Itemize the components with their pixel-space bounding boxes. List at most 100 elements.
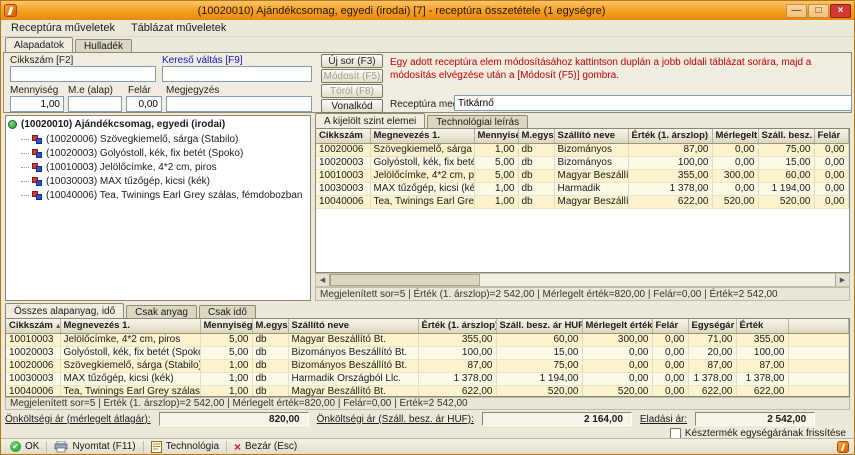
- table-cell: 71,00: [848, 169, 850, 182]
- table-cell: 71,00: [688, 333, 736, 346]
- table-cell: 15,00: [496, 346, 582, 359]
- table-cell: 5,00: [474, 169, 518, 182]
- scrollbar-thumb[interactable]: [330, 274, 480, 286]
- tab-hulladek[interactable]: Hulladék: [75, 39, 132, 52]
- kereso-valtas-link[interactable]: Kereső váltás [F9]: [162, 55, 243, 66]
- scroll-right-icon[interactable]: ▶: [835, 274, 849, 286]
- table-cell: 0,00: [582, 372, 652, 385]
- table-cell: 520,00: [496, 385, 582, 397]
- column-header[interactable]: Felár: [814, 129, 848, 143]
- vonalkod-button[interactable]: Vonalkód: [321, 99, 383, 113]
- me-input[interactable]: [68, 96, 122, 112]
- kereso-input[interactable]: [162, 66, 312, 82]
- column-header[interactable]: M.egység: [518, 129, 554, 143]
- maximize-button[interactable]: □: [808, 4, 829, 18]
- table-cell: Tea, Twinings Earl Grey szálas,: [60, 385, 200, 397]
- bezar-label: Bezár (Esc): [245, 441, 297, 452]
- tab-kijelolt-szint-elemei[interactable]: A kijelölt szint elemei: [315, 113, 425, 128]
- table-cell: 622,00: [688, 385, 736, 397]
- table-cell: 520,00: [712, 195, 758, 208]
- minimize-button[interactable]: —: [786, 4, 807, 18]
- column-header[interactable]: Megnevezés 1.: [370, 129, 474, 143]
- table-cell: db: [252, 385, 288, 397]
- column-header[interactable]: Szállító neve: [554, 129, 628, 143]
- table-cell: 355,00: [736, 333, 788, 346]
- table-cell: 1,00: [474, 143, 518, 156]
- onkoltsegi-merlegelt-label: Önköltségi ár (mérlegelt átlagár):: [5, 414, 151, 425]
- close-button[interactable]: ×: [830, 4, 851, 18]
- receptura-megnevezese-input[interactable]: [454, 95, 852, 111]
- mennyiseg-input[interactable]: [10, 96, 64, 112]
- column-header[interactable]: Egységár: [688, 319, 736, 333]
- technologia-button[interactable]: Technológia: [147, 440, 223, 454]
- column-header[interactable]: Megnevezés 1.: [60, 319, 200, 333]
- tree-connector: [21, 153, 29, 154]
- tab-technologiai-leiras[interactable]: Technológiai leírás: [427, 115, 528, 128]
- table-cell: 10020006: [316, 143, 370, 156]
- tree-item[interactable]: (10010003) Jelölőcímke, 4*2 cm, piros: [6, 160, 310, 174]
- scroll-left-icon[interactable]: ◀: [316, 274, 330, 286]
- modosit-button[interactable]: Módosít (F5): [321, 69, 383, 83]
- column-header[interactable]: Felár: [652, 319, 688, 333]
- table-row[interactable]: 10040006Tea, Twinings Earl Grey szálas,1…: [316, 195, 850, 208]
- table-cell: 1 194,00: [496, 372, 582, 385]
- bezar-button[interactable]: × Bezár (Esc): [230, 440, 301, 454]
- column-header[interactable]: Érték (1. árszlop): [418, 319, 496, 333]
- table-cell: 75,00: [496, 359, 582, 372]
- column-header[interactable]: Mérlegelt: [712, 129, 758, 143]
- column-header[interactable]: Érték (1. árszlop): [628, 129, 712, 143]
- table-row[interactable]: 10020003Golyóstoll, kék, fix betét5,00db…: [316, 156, 850, 169]
- megjegyzes-input[interactable]: [166, 96, 312, 112]
- table-row[interactable]: 10010003Jelölőcímke, 4*2 cm, piros5,00db…: [316, 169, 850, 182]
- table-cell: 0,00: [652, 359, 688, 372]
- column-header[interactable]: Száll. besz. ár: [758, 129, 814, 143]
- menu-tablazat-muveletek[interactable]: Táblázat műveletek: [124, 21, 233, 35]
- mennyiseg-label: Mennyiség: [10, 85, 58, 96]
- column-header[interactable]: Szállító neve: [288, 319, 418, 333]
- column-header[interactable]: Mérlegelt érték: [582, 319, 652, 333]
- tree-root-label: (10020010) Ajándékcsomag, egyedi (irodai…: [21, 119, 225, 130]
- column-header[interactable]: Érték: [736, 319, 788, 333]
- column-header[interactable]: Mennyiség: [474, 129, 518, 143]
- table-cell: 0,00: [652, 346, 688, 359]
- menu-receptura-muveletek[interactable]: Receptúra műveletek: [4, 21, 122, 35]
- tree-item[interactable]: (10020003) Golyóstoll, kék, fix betét (S…: [6, 146, 310, 160]
- table-row[interactable]: 10020003Golyóstoll, kék, fix betét (Spok…: [6, 346, 849, 359]
- table-row[interactable]: 10020006Szövegkiemelő, sárga (Stabilo)1,…: [316, 143, 850, 156]
- table-row[interactable]: 10030003MAX tűzőgép, kicsi (kék)1,00dbHa…: [6, 372, 849, 385]
- nyomtat-button[interactable]: Nyomtat (F11): [50, 440, 139, 454]
- torol-button[interactable]: Töröl (F8): [321, 84, 383, 98]
- tab-csak-anyag[interactable]: Csak anyag: [126, 305, 197, 318]
- column-header[interactable]: Száll. besz. ár HUF: [496, 319, 582, 333]
- column-header[interactable]: Cikkszám ▲: [6, 319, 60, 333]
- column-header[interactable]: Cikkszám: [316, 129, 370, 143]
- table-cell: 1 378,00: [736, 372, 788, 385]
- tree-item[interactable]: (10020006) Szövegkiemelő, sárga (Stabilo…: [6, 132, 310, 146]
- uj-sor-button[interactable]: Új sor (F3): [321, 54, 383, 68]
- felar-label: Felár: [128, 85, 151, 96]
- tab-csak-ido[interactable]: Csak idő: [199, 305, 256, 318]
- cikkszam-input[interactable]: [10, 66, 156, 82]
- column-header[interactable]: M.egység: [252, 319, 288, 333]
- horizontal-scrollbar[interactable]: ◀ ▶: [315, 273, 850, 287]
- table-cell: Magyar Beszállító Bt.: [288, 385, 418, 397]
- tab-osszes-alapanyag-ido[interactable]: Összes alapanyag, idő: [5, 303, 124, 318]
- table-cell: 87,00: [688, 359, 736, 372]
- table-cell: 5,00: [200, 333, 252, 346]
- tree-root-item[interactable]: (10020010) Ajándékcsomag, egyedi (irodai…: [6, 116, 310, 132]
- tray-app-icon[interactable]: [837, 441, 849, 453]
- table-row[interactable]: 10020006Szövegkiemelő, sárga (Stabilo)1,…: [6, 359, 849, 372]
- app-window: (10020010) Ajándékcsomag, egyedi (irodai…: [0, 0, 855, 455]
- table-row[interactable]: 10040006Tea, Twinings Earl Grey szálas,1…: [6, 385, 849, 397]
- technology-doc-icon: [151, 441, 162, 453]
- table-cell: 520,00: [582, 385, 652, 397]
- table-cell: 0,00: [814, 156, 848, 169]
- tree-item[interactable]: (10030003) MAX tűzőgép, kicsi (kék): [6, 174, 310, 188]
- tab-alapadatok[interactable]: Alapadatok: [5, 37, 73, 52]
- table-row[interactable]: 10010003Jelölőcímke, 4*2 cm, piros5,00db…: [6, 333, 849, 346]
- column-header[interactable]: Mennyiség: [200, 319, 252, 333]
- table-row[interactable]: 10030003MAX tűzőgép, kicsi (kék)1,00dbHa…: [316, 182, 850, 195]
- column-header[interactable]: Egységár: [848, 129, 850, 143]
- felar-input[interactable]: [126, 96, 162, 112]
- tree-item[interactable]: (10040006) Tea, Twinings Earl Grey szála…: [6, 188, 310, 202]
